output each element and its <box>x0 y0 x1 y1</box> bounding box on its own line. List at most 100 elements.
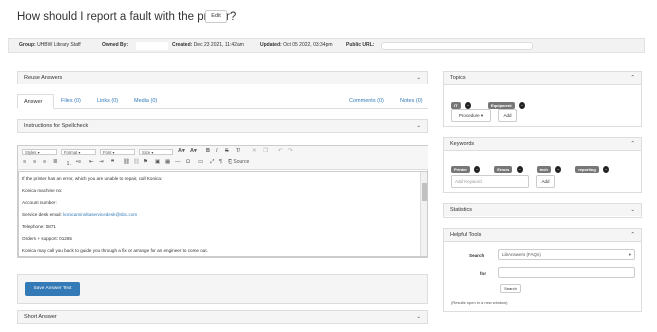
reuse-answers-panel[interactable]: Reuse Answers ⌄ <box>17 71 428 84</box>
helpful-tools-panel: Helpful Tools ⌃ Search LibAnswers (FAQs)… <box>443 228 642 312</box>
public-url-label: Public URL: <box>346 42 375 48</box>
copy-icon[interactable]: ❐ <box>263 148 268 154</box>
text-color-icon[interactable]: A▾ <box>178 148 185 154</box>
remove-tag-icon[interactable]: − <box>465 102 472 109</box>
editor-line: Konica machine no: <box>22 188 63 193</box>
chevron-down-icon: ⌄ <box>416 123 421 129</box>
editor-scrollbar[interactable] <box>420 172 427 256</box>
blockquote-icon[interactable]: ❞ <box>111 159 114 166</box>
spellcheck-panel[interactable]: Instructions for Spellcheck ⌄ <box>17 119 428 133</box>
search-button[interactable]: Search <box>500 284 521 293</box>
topics-panel: Topics ⌃ IT − Equipment − Procedure ▾ Ad… <box>443 71 642 127</box>
chevron-up-icon: ⌃ <box>630 75 635 81</box>
topic-tag: Equipment <box>487 102 515 109</box>
editor-line: Account number: <box>22 200 57 205</box>
results-note: (Results open in a new window) <box>451 300 508 305</box>
editor-toolbar: Styles ▾ Format ▾ Font ▾ Size ▾ A▾ A▾ B … <box>18 146 428 170</box>
horizontal-rule-icon[interactable]: ― <box>175 159 181 165</box>
size-select[interactable]: Size ▾ <box>139 149 173 155</box>
chevron-down-icon: ▾ <box>628 252 631 257</box>
iframe-icon[interactable]: ▭ <box>198 159 203 165</box>
add-keyword-button[interactable]: Add <box>536 175 555 188</box>
remove-tag-icon[interactable]: − <box>519 102 526 109</box>
helpful-tools-header[interactable]: Helpful Tools ⌃ <box>444 229 641 242</box>
group-label: Group: UHBW Library Staff <box>19 42 81 48</box>
table-icon[interactable]: ▦ <box>165 159 170 165</box>
owner-redacted <box>136 42 168 50</box>
editor-line: Service desk email: konicaminoltaservice… <box>22 212 138 217</box>
add-keyword-input[interactable]: Add Keyword <box>451 175 529 188</box>
redo-icon[interactable]: ↷ <box>288 148 293 154</box>
procedure-dropdown[interactable]: Procedure ▾ <box>451 109 491 122</box>
add-topic-button[interactable]: Add <box>498 109 517 122</box>
topics-header[interactable]: Topics ⌃ <box>444 72 641 85</box>
updated-label: Updated: Oct 05 2022, 03:34pm <box>260 42 333 48</box>
search-label: Search <box>469 253 485 258</box>
reuse-answers-label: Reuse Answers <box>24 75 63 81</box>
keyword-tag: tech <box>536 166 551 173</box>
blocks-icon[interactable]: ¶ <box>219 159 222 165</box>
image-icon[interactable]: ▣ <box>155 159 160 165</box>
tab-notes[interactable]: Notes (0) <box>400 94 423 109</box>
remove-format-icon[interactable]: T̸ <box>236 148 239 154</box>
remove-tag-icon[interactable]: − <box>474 166 481 173</box>
bold-icon[interactable]: B <box>206 148 210 154</box>
indent-icon[interactable]: ⇥ <box>99 159 104 165</box>
styles-select[interactable]: Styles ▾ <box>22 149 57 155</box>
editor-line: Konica may call you back to guide you th… <box>22 248 208 253</box>
format-select[interactable]: Format ▾ <box>61 149 96 155</box>
save-answer-button[interactable]: Save Answer Text <box>25 282 80 296</box>
search-query-input[interactable] <box>498 267 635 278</box>
outdent-icon[interactable]: ⇤ <box>89 159 94 165</box>
tab-files[interactable]: Files (0) <box>61 94 81 109</box>
meta-bar: Group: UHBW Library Staff Owned By: Crea… <box>8 38 645 53</box>
chevron-up-icon: ⌃ <box>630 232 635 238</box>
keyword-tag: Printer <box>451 166 470 173</box>
tab-media[interactable]: Media (0) <box>134 94 157 109</box>
source-button[interactable]: ⎗ Source <box>228 159 249 165</box>
remove-tag-icon[interactable]: − <box>555 166 562 173</box>
undo-icon[interactable]: ↶ <box>278 148 283 154</box>
search-source-select[interactable]: LibAnswers (FAQs) ▾ <box>498 249 635 260</box>
cut-icon[interactable]: ✕ <box>252 148 257 154</box>
statistics-panel[interactable]: Statistics ⌄ <box>443 203 642 218</box>
owned-label: Owned By: <box>102 42 129 48</box>
keywords-header[interactable]: Keywords ⌃ <box>444 138 641 151</box>
for-label: for <box>480 271 487 276</box>
service-email-link[interactable]: konicaminoltaservicedesk@sbc.com <box>63 212 137 217</box>
topic-tag: IT <box>451 102 461 109</box>
short-answer-label: Short Answer <box>24 314 57 320</box>
align-center-icon[interactable]: ≡ <box>33 159 36 165</box>
numbered-list-icon[interactable]: ⒈ <box>66 159 72 167</box>
maximize-icon[interactable]: ⤢ <box>210 159 214 166</box>
align-left-icon[interactable]: ≡ <box>23 159 26 165</box>
strike-icon[interactable]: S <box>225 148 229 154</box>
unlink-icon[interactable]: ⛓ <box>133 159 140 165</box>
align-right-icon[interactable]: ≡ <box>43 159 46 165</box>
created-label: Created: Dec 23 2021, 11:42am <box>172 42 244 48</box>
answer-editor[interactable]: If the printer has an error, which you a… <box>18 171 428 257</box>
edit-button[interactable]: Edit <box>205 10 227 23</box>
keyword-tag: reporting <box>575 166 599 173</box>
editor-line: Telephone: 0871 <box>22 224 56 229</box>
justify-icon[interactable]: ≣ <box>53 159 58 165</box>
special-char-icon[interactable]: Ω <box>186 159 190 165</box>
answer-tabs: Answer Files (0) Links (0) Media (0) Com… <box>17 94 428 109</box>
tab-comments[interactable]: Comments (0) <box>349 94 384 109</box>
italic-icon[interactable]: I <box>216 148 218 154</box>
spellcheck-label: Instructions for Spellcheck <box>24 123 89 129</box>
link-icon[interactable]: ⛓ <box>123 159 130 165</box>
tab-answer[interactable]: Answer <box>17 94 54 109</box>
short-answer-panel[interactable]: Short Answer ⌄ <box>17 310 428 324</box>
chevron-down-icon: ⌄ <box>416 75 421 81</box>
remove-tag-icon[interactable]: − <box>516 166 523 173</box>
bg-color-icon[interactable]: A▾ <box>190 148 197 154</box>
scrollbar-thumb[interactable] <box>422 183 427 201</box>
keywords-panel: Keywords ⌃ Printer − Errors − tech − rep… <box>443 137 642 193</box>
font-select[interactable]: Font ▾ <box>100 149 135 155</box>
anchor-icon[interactable]: ⚑ <box>143 159 148 165</box>
tab-links[interactable]: Links (0) <box>97 94 118 109</box>
public-url-field[interactable] <box>381 42 533 50</box>
remove-tag-icon[interactable]: − <box>603 166 610 173</box>
bullet-list-icon[interactable]: •≡ <box>76 159 81 165</box>
